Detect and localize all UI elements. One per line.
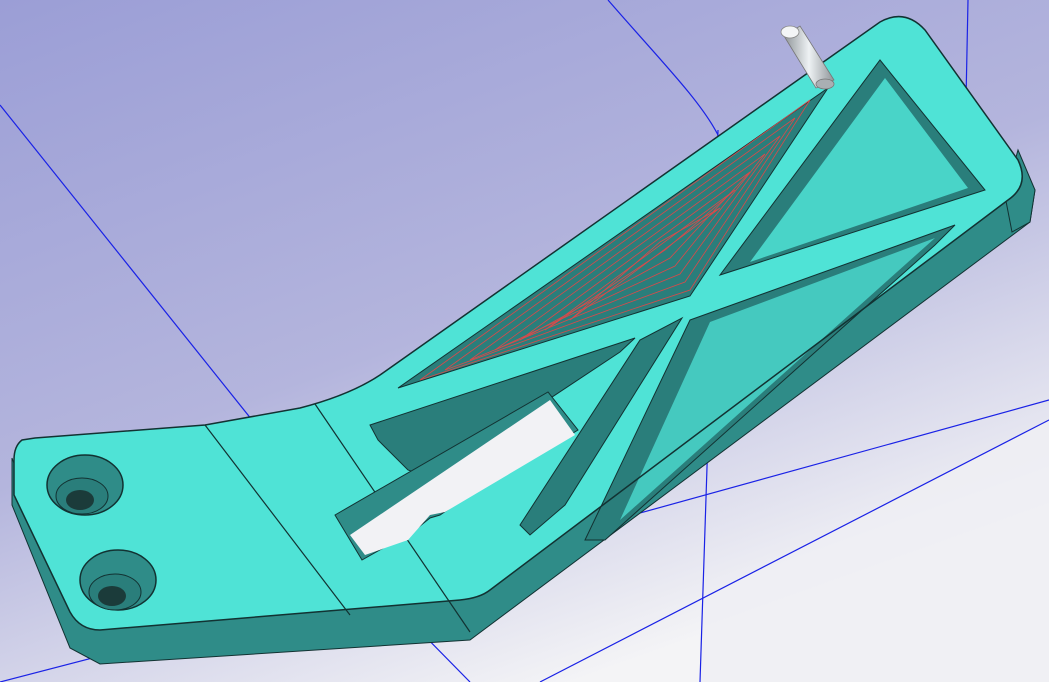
- hole-bore: [66, 490, 94, 510]
- cad-3d-viewport[interactable]: [0, 0, 1049, 682]
- tool-tip: [815, 78, 835, 90]
- hole-bore: [98, 586, 126, 606]
- tool-top-cap: [780, 25, 800, 39]
- mounting-hole-top[interactable]: [46, 454, 124, 516]
- mounting-hole-bottom[interactable]: [79, 549, 157, 611]
